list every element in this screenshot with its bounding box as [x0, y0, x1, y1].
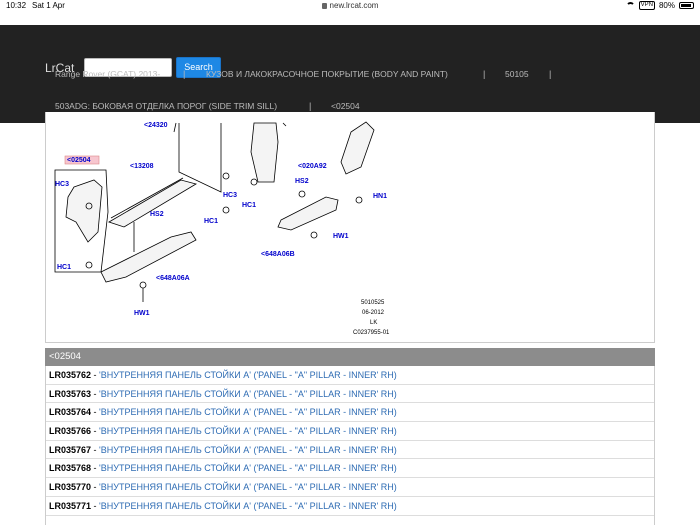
breadcrumb-separator: | [309, 101, 312, 111]
address-url: new.lrcat.com [329, 1, 379, 10]
breadcrumb-subgroup[interactable]: 503ADG: БОКОВАЯ ОТДЕЛКА ПОРОГ (SIDE TRIM… [55, 101, 277, 111]
breadcrumb-current[interactable]: <02504 [331, 101, 360, 111]
part-number: LR035764 [49, 407, 92, 418]
breadcrumb-separator: | [183, 69, 186, 79]
callout-hc3: HC3 [55, 181, 69, 188]
callout-hs2: HS2 [150, 211, 164, 218]
callout-13208: <13208 [130, 163, 154, 170]
vpn-badge: VPN [638, 1, 655, 10]
callout-648a06a: <648A06A [156, 275, 190, 282]
table-row[interactable]: LR035763 - 'ВНУТРЕННЯЯ ПАНЕЛЬ СТОЙКИ А' … [46, 385, 654, 404]
part-description-link[interactable]: 'ВНУТРЕННЯЯ ПАНЕЛЬ СТОЙКИ А' ('PANEL - "… [99, 426, 397, 436]
diagram-note: 5010525 [361, 300, 385, 306]
table-row[interactable]: LR035768 - 'ВНУТРЕННЯЯ ПАНЕЛЬ СТОЙКИ А' … [46, 459, 654, 479]
part-description-link[interactable]: 'ВНУТРЕННЯЯ ПАНЕЛЬ СТОЙКИ А' ('PANEL - "… [99, 407, 397, 417]
parts-diagram-drawing: <24320 <02504 <13208 HC3 HC3 HC1 HC1 HC1… [54, 121, 390, 336]
diagram-note: C0237955-01 [353, 330, 390, 336]
part-description-link[interactable]: 'ВНУТРЕННЯЯ ПАНЕЛЬ СТОЙКИ А' ('PANEL - "… [99, 445, 397, 455]
battery-percent: 80% [658, 1, 675, 10]
diagram-note: 06-2012 [362, 310, 385, 316]
part-number: LR035768 [49, 463, 92, 474]
table-row[interactable]: LR035764 - 'ВНУТРЕННЯЯ ПАНЕЛЬ СТОЙКИ А' … [46, 403, 654, 423]
callout-hc3: HC3 [223, 192, 237, 199]
top-navbar: LrCat Search Range Rover (GCAT) 2013- | … [0, 25, 700, 123]
breadcrumb-model[interactable]: Range Rover (GCAT) 2013- [55, 69, 160, 79]
part-number: LR035771 [49, 500, 92, 511]
breadcrumb-separator: | [549, 69, 552, 79]
part-description-link[interactable]: 'ВНУТРЕННЯЯ ПАНЕЛЬ СТОЙКИ А' ('PANEL - "… [99, 501, 397, 511]
part-description-link[interactable]: 'ВНУТРЕННЯЯ ПАНЕЛЬ СТОЙКИ А' ('PANEL - "… [99, 463, 397, 473]
table-row[interactable]: LR035766 - 'ВНУТРЕННЯЯ ПАНЕЛЬ СТОЙКИ А' … [46, 422, 654, 441]
callout-648a06b: <648A06B [261, 251, 295, 258]
part-description-link[interactable]: 'ВНУТРЕННЯЯ ПАНЕЛЬ СТОЙКИ А' ('PANEL - "… [99, 389, 397, 399]
part-number: LR035766 [49, 426, 92, 437]
pillar-panel-shape [250, 122, 279, 183]
breadcrumb-section[interactable]: 50105 [505, 69, 529, 79]
part-description-link[interactable]: 'ВНУТРЕННЯЯ ПАНЕЛЬ СТОЙКИ А' ('PANEL - "… [99, 370, 397, 380]
part-number: LR035763 [49, 388, 92, 399]
part-number: LR035762 [49, 370, 92, 380]
table-row[interactable]: LR035770 - 'ВНУТРЕННЯЯ ПАНЕЛЬ СТОЙКИ А' … [46, 478, 654, 497]
parts-diagram: <24320 <02504 <13208 HC3 HC3 HC1 HC1 HC1… [45, 112, 655, 343]
table-row[interactable]: LR035771 - 'ВНУТРЕННЯЯ ПАНЕЛЬ СТОЙКИ А' … [46, 497, 654, 516]
part-number: LR035770 [49, 482, 92, 493]
diagram-note: LK [370, 320, 377, 326]
part-number: LR035767 [49, 444, 92, 455]
callout-hw1: HW1 [134, 310, 150, 317]
address-bar[interactable]: new.lrcat.com [0, 1, 700, 10]
lock-icon [321, 3, 327, 9]
callout-hw1: HW1 [333, 233, 349, 240]
callout-hn1: HN1 [373, 193, 387, 200]
callout-hc1: HC1 [242, 202, 256, 209]
battery-icon [679, 2, 694, 9]
status-bar: 10:32 Sat 1 Apr new.lrcat.com VPN 80% [0, 0, 700, 12]
part-description-link[interactable]: 'ВНУТРЕННЯЯ ПАНЕЛЬ СТОЙКИ А' ('PANEL - "… [99, 482, 397, 492]
parts-table-header: <02504 [45, 348, 655, 366]
callout-hs2: HS2 [295, 178, 309, 185]
breadcrumb-group[interactable]: КУЗОВ И ЛАКОКРАСОЧНОЕ ПОКРЫТИЕ (BODY AND… [206, 69, 448, 79]
callout-02504: <02504 [67, 157, 91, 164]
callout-020a92: <020A92 [298, 163, 327, 170]
callout-hc1: HC1 [204, 218, 218, 225]
callout-hc1: HC1 [57, 264, 71, 271]
table-row[interactable]: LR035767 - 'ВНУТРЕННЯЯ ПАНЕЛЬ СТОЙКИ А' … [46, 441, 654, 460]
wifi-icon [625, 2, 635, 9]
parts-table: LR035762 - 'ВНУТРЕННЯЯ ПАНЕЛЬ СТОЙКИ А' … [45, 366, 655, 525]
callout-24320: <24320 [144, 122, 168, 129]
table-row[interactable]: LR035762 - 'ВНУТРЕННЯЯ ПАНЕЛЬ СТОЙКИ А' … [46, 366, 654, 385]
breadcrumb-separator: | [483, 69, 486, 79]
